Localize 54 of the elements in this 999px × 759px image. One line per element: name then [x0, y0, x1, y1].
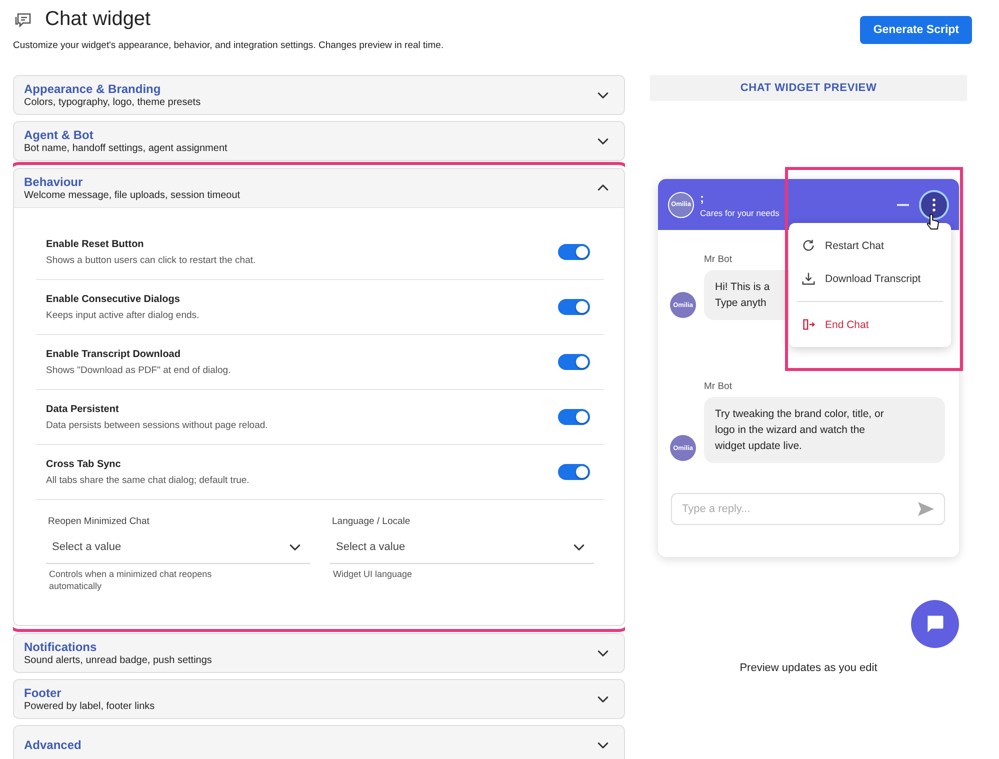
- toggle-switch[interactable]: [558, 354, 590, 370]
- setting-label: Enable Transcript Download: [46, 348, 182, 360]
- toggle-switch[interactable]: [558, 244, 590, 260]
- setting-label: Data Persistent: [46, 404, 120, 414]
- section-subtitle: Welcome message, file uploads, session timeout: [24, 190, 240, 201]
- menu-item[interactable]: Restart Chat: [789, 229, 951, 262]
- select-label: Language / Locale: [332, 516, 412, 527]
- generate-script-button[interactable]: Generate Script: [860, 16, 972, 44]
- section-subtitle: Powered by label, footer links: [24, 701, 155, 712]
- preview-heading: CHAT WIDGET PREVIEW: [650, 75, 967, 101]
- sender-name: Mr Bot: [704, 254, 733, 265]
- section-title: Advanced: [24, 738, 82, 752]
- setting-description: All tabs share the same chat dialog; default true.: [46, 474, 250, 486]
- page-subtitle: Customize your widget's appearance, behavior, and integration settings. Changes preview in real time.: [13, 40, 444, 51]
- preview-note: Preview updates as you edit: [738, 662, 878, 674]
- chat-title: ;: [700, 192, 705, 204]
- select-help: Controls when a minimized chat reopens automatically: [49, 569, 213, 592]
- select-label: Reopen Minimized Chat: [48, 516, 150, 527]
- section-title: Agent & Bot: [24, 128, 94, 142]
- section-title: Behaviour: [24, 175, 84, 189]
- section-title: Appearance & Branding: [24, 82, 162, 96]
- setting-label: Cross Tab Sync: [46, 458, 122, 470]
- sender-name: Mr Bot: [704, 381, 733, 392]
- message-bubble: Try tweaking the brand color, title, or logo in the wizard and watch the widget update live.: [704, 397, 945, 463]
- section-header[interactable]: Notifications Sound alerts, unread badge, push settings: [14, 634, 624, 672]
- toggle-switch[interactable]: [558, 464, 590, 480]
- menu-item[interactable]: Download Transcript: [789, 262, 951, 295]
- chat-tagline: Cares for your needs: [700, 208, 780, 218]
- section-subtitle: Bot name, handoff settings, agent assignment: [24, 143, 228, 154]
- section-title: Footer: [24, 686, 62, 700]
- toggle-switch[interactable]: [558, 409, 590, 425]
- page-title: Chat widget: [45, 8, 151, 31]
- chat-launcher-button[interactable]: [911, 600, 959, 648]
- setting-label: Enable Consecutive Dialogs: [46, 294, 181, 304]
- section-subtitle: Colors, typography, logo, theme presets: [24, 97, 201, 108]
- setting-description: Shows "Download as PDF" at end of dialog.: [46, 364, 231, 376]
- section-title: Notifications: [24, 640, 98, 654]
- toggle-switch[interactable]: [558, 299, 590, 315]
- exit-icon: [801, 317, 816, 332]
- section-subtitle: Sound alerts, unread badge, push settings: [24, 655, 212, 666]
- setting-description: Keeps input active after dialog ends.: [46, 310, 200, 320]
- section-header[interactable]: Appearance & Branding Colors, typography, logo, theme presets: [14, 76, 624, 114]
- section-header[interactable]: Footer Powered by label, footer links: [14, 680, 624, 718]
- kebab-icon: [932, 198, 936, 212]
- setting-label: Enable Reset Button: [46, 238, 145, 250]
- setting-description: Shows a button users can click to restart the chat.: [46, 254, 256, 266]
- menu-item[interactable]: End Chat: [789, 308, 951, 341]
- setting-description: Data persists between sessions without page reload.: [46, 420, 268, 430]
- reply-field[interactable]: Type a reply...: [671, 493, 945, 525]
- more-options-button[interactable]: [921, 192, 947, 218]
- restart-icon: [801, 238, 816, 253]
- select-help: Widget UI language: [333, 569, 414, 581]
- download-icon: [801, 271, 816, 286]
- section-header[interactable]: Agent & Bot Bot name, handoff settings, agent assignment: [14, 122, 624, 160]
